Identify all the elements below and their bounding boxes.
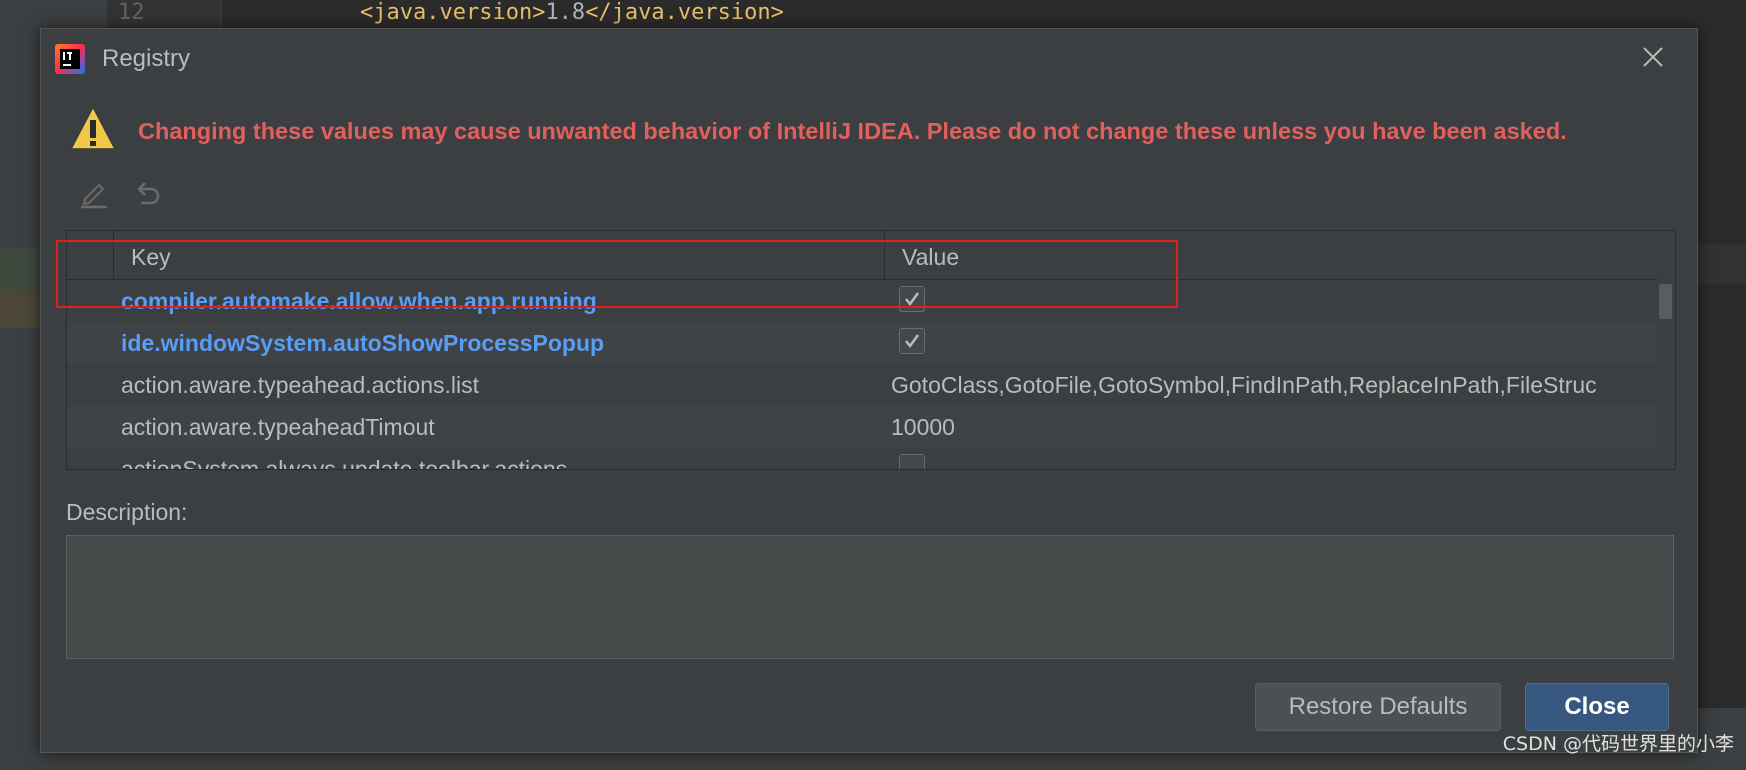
editor-right-band [1697, 244, 1746, 284]
row-key: action.aware.typeaheadTimout [121, 414, 435, 440]
description-label: Description: [66, 499, 188, 525]
close-icon[interactable] [1639, 43, 1667, 71]
checkmark-icon [905, 334, 920, 349]
warning-icon [69, 105, 117, 150]
code-close-tag: </java.version> [585, 0, 784, 25]
restore-defaults-button[interactable]: Restore Defaults [1255, 683, 1501, 731]
code-open-tag: <java.version> [360, 0, 546, 25]
close-button[interactable]: Close [1525, 683, 1669, 731]
change-marker [0, 248, 40, 290]
scrollbar-thumb[interactable] [1659, 284, 1672, 319]
table-row[interactable]: action.aware.typeahead.actions.list Goto… [67, 364, 1657, 406]
table-row[interactable]: ide.windowSystem.autoShowProcessPopup [67, 322, 1657, 364]
table-rows: compiler.automake.allow.when.app.running… [67, 280, 1657, 470]
description-area [66, 535, 1674, 659]
row-value[interactable]: GotoClass,GotoFile,GotoSymbol,FindInPath… [891, 372, 1651, 399]
warning-message: Changing these values may cause unwanted… [138, 118, 1567, 144]
value-checkbox[interactable] [899, 454, 925, 469]
row-key: ide.windowSystem.autoShowProcessPopup [121, 330, 605, 356]
pencil-icon[interactable] [79, 177, 109, 209]
row-key: actionSystem.always.update.toolbar.actio… [121, 456, 568, 470]
code-value: 1.8 [545, 0, 586, 25]
intellij-logo-icon [55, 44, 85, 74]
annotation-highlight-box [56, 240, 1178, 308]
change-marker [0, 290, 40, 328]
dialog-title: Registry [102, 45, 191, 72]
watermark: CSDN @代码世界里的小李 [1502, 733, 1734, 755]
table-row[interactable]: actionSystem.always.update.toolbar.actio… [67, 448, 1657, 470]
undo-icon[interactable] [133, 179, 163, 209]
row-value[interactable]: 10000 [891, 414, 1651, 441]
table-row[interactable]: action.aware.typeaheadTimout 10000 [67, 406, 1657, 448]
table-scrollbar[interactable] [1657, 280, 1675, 469]
line-number: 12 [118, 0, 145, 25]
row-key: action.aware.typeahead.actions.list [121, 372, 479, 398]
code-line: <java.version>1.8</java.version> [360, 0, 784, 25]
dialog-titlebar: Registry [41, 29, 1697, 87]
registry-dialog: Registry Changing these values may cause… [40, 28, 1698, 753]
value-checkbox[interactable] [899, 328, 925, 354]
